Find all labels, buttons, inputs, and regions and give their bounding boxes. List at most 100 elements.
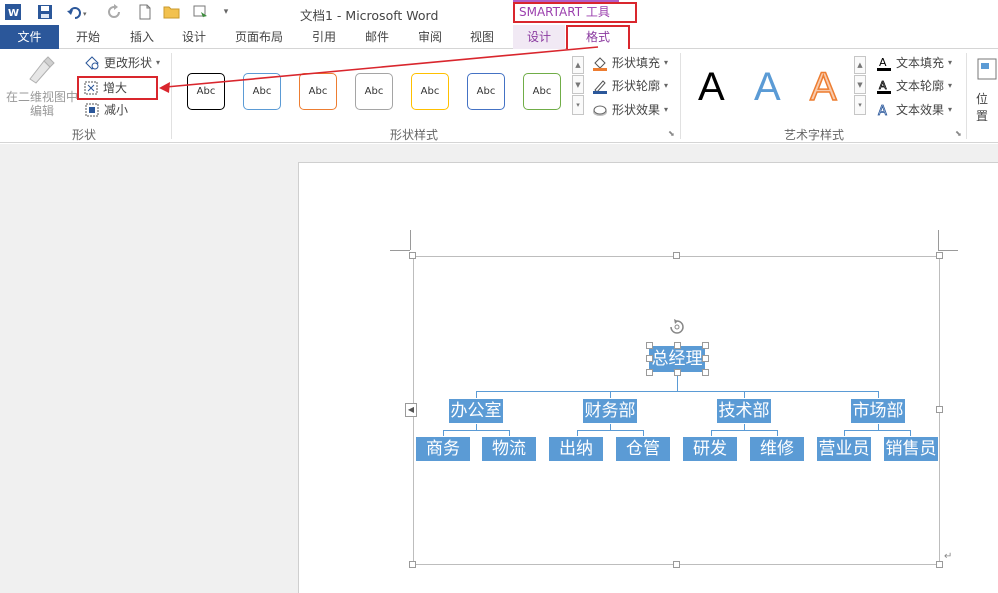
shape-fill-button[interactable]: 形状填充 ▾ bbox=[592, 53, 668, 73]
org-node-staff[interactable]: 仓管 bbox=[615, 436, 671, 462]
shape-style-option[interactable]: Abc bbox=[523, 73, 561, 110]
paragraph-mark-icon: ↵ bbox=[944, 551, 953, 562]
change-shape-icon bbox=[84, 55, 100, 71]
connector bbox=[844, 430, 911, 431]
resize-handle[interactable] bbox=[673, 252, 680, 259]
chevron-down-icon: ▾ bbox=[664, 58, 669, 67]
resize-handle[interactable] bbox=[936, 406, 943, 413]
enlarge-button[interactable]: 增大 bbox=[77, 76, 158, 100]
text-effects-button[interactable]: A 文本效果 ▾ bbox=[876, 100, 952, 120]
tab-view[interactable]: 视图 bbox=[460, 25, 504, 49]
tab-home[interactable]: 开始 bbox=[66, 25, 110, 49]
shape-style-option[interactable]: Abc bbox=[187, 73, 225, 110]
svg-text:A: A bbox=[879, 56, 887, 69]
ribbon-tabs: 文件 开始 插入 设计 页面布局 引用 邮件 审阅 视图 设计 格式 bbox=[0, 25, 998, 49]
org-node-staff[interactable]: 商务 bbox=[415, 436, 471, 462]
node-handle[interactable] bbox=[702, 342, 709, 349]
shape-styles-launcher-icon[interactable]: ⬊ bbox=[668, 130, 676, 138]
resize-handle[interactable] bbox=[409, 561, 416, 568]
gallery-scroll-down[interactable]: ▼ bbox=[572, 75, 584, 94]
shrink-icon bbox=[84, 102, 100, 118]
shape-styles-gallery[interactable]: Abc Abc Abc Abc Abc Abc Abc bbox=[178, 55, 586, 119]
org-node-staff[interactable]: 营业员 bbox=[816, 436, 872, 462]
wordart-launcher-icon[interactable]: ⬊ bbox=[955, 130, 963, 138]
enlarge-label: 增大 bbox=[103, 81, 128, 95]
tab-file[interactable]: 文件 bbox=[0, 25, 59, 49]
shape-style-option[interactable]: Abc bbox=[355, 73, 393, 110]
position-button[interactable]: 位置 bbox=[976, 90, 998, 124]
text-outline-button[interactable]: A 文本轮廓 ▾ bbox=[876, 76, 952, 96]
chevron-down-icon: ▾ bbox=[948, 81, 953, 90]
connector bbox=[577, 430, 644, 431]
gallery-scroll-up[interactable]: ▲ bbox=[572, 56, 584, 74]
tab-insert[interactable]: 插入 bbox=[120, 25, 164, 49]
org-node-staff[interactable]: 销售员 bbox=[883, 436, 939, 462]
new-document-icon[interactable] bbox=[136, 3, 154, 21]
word-logo-icon: W bbox=[4, 3, 22, 21]
svg-text:A: A bbox=[878, 104, 887, 118]
touch-mode-icon[interactable] bbox=[192, 3, 210, 21]
shape-outline-button[interactable]: 形状轮廓 ▾ bbox=[592, 76, 668, 96]
svg-text:A: A bbox=[879, 79, 887, 92]
node-handle[interactable] bbox=[646, 369, 653, 376]
node-handle[interactable] bbox=[674, 342, 681, 349]
resize-handle[interactable] bbox=[409, 252, 416, 259]
node-handle[interactable] bbox=[702, 369, 709, 376]
rotate-handle-icon[interactable] bbox=[668, 318, 686, 336]
gallery-more-button[interactable]: ▾ bbox=[572, 95, 584, 115]
org-node-staff[interactable]: 物流 bbox=[481, 436, 537, 462]
text-outline-label: 文本轮廓 bbox=[896, 79, 945, 93]
tab-smartart-design[interactable]: 设计 bbox=[513, 25, 565, 49]
shape-effects-button[interactable]: 形状效果 ▾ bbox=[592, 100, 668, 120]
tab-smartart-format[interactable]: 格式 bbox=[566, 25, 630, 49]
text-fill-button[interactable]: A 文本填充 ▾ bbox=[876, 53, 952, 73]
org-node-staff[interactable]: 维修 bbox=[749, 436, 805, 462]
chevron-down-icon: ▾ bbox=[948, 58, 953, 67]
undo-icon[interactable]: ▾ bbox=[66, 3, 92, 21]
change-shape-button[interactable]: 更改形状 ▾ bbox=[84, 53, 160, 73]
position-icon[interactable] bbox=[976, 57, 998, 81]
shape-style-option[interactable]: Abc bbox=[411, 73, 449, 110]
org-node-dept[interactable]: 财务部 bbox=[582, 398, 638, 424]
customize-toolbar-icon[interactable]: ▾ bbox=[220, 3, 232, 21]
org-node-staff[interactable]: 研发 bbox=[682, 436, 738, 462]
text-pane-toggle[interactable]: ◀ bbox=[405, 403, 417, 417]
edit-in-2d-button[interactable]: 在二维视图中 编辑 bbox=[6, 90, 78, 118]
tab-design[interactable]: 设计 bbox=[172, 25, 216, 49]
node-handle[interactable] bbox=[702, 355, 709, 362]
shrink-button[interactable]: 减小 bbox=[84, 100, 128, 120]
open-folder-icon[interactable] bbox=[163, 3, 181, 21]
node-handle[interactable] bbox=[646, 342, 653, 349]
node-handle[interactable] bbox=[674, 369, 681, 376]
resize-handle[interactable] bbox=[936, 252, 943, 259]
resize-handle[interactable] bbox=[936, 561, 943, 568]
chevron-down-icon: ▾ bbox=[156, 58, 161, 67]
connector bbox=[443, 430, 510, 431]
tab-page-layout[interactable]: 页面布局 bbox=[226, 25, 292, 49]
shape-fill-label: 形状填充 bbox=[612, 56, 661, 70]
tab-review[interactable]: 审阅 bbox=[408, 25, 452, 49]
wordart-scroll-up[interactable]: ▲ bbox=[854, 56, 866, 74]
edit-in-2d-icon[interactable] bbox=[26, 55, 56, 85]
wordart-scroll-down[interactable]: ▼ bbox=[854, 75, 866, 94]
text-fill-icon: A bbox=[876, 55, 892, 71]
shape-outline-label: 形状轮廓 bbox=[612, 79, 661, 93]
org-node-dept[interactable]: 技术部 bbox=[716, 398, 772, 424]
wordart-style-black[interactable]: A bbox=[698, 63, 725, 111]
text-effects-icon: A bbox=[876, 102, 892, 118]
save-icon[interactable] bbox=[36, 3, 54, 21]
redo-icon[interactable] bbox=[106, 3, 124, 21]
shape-style-option[interactable]: Abc bbox=[467, 73, 505, 110]
wordart-more-button[interactable]: ▾ bbox=[854, 95, 866, 115]
org-node-dept[interactable]: 市场部 bbox=[850, 398, 906, 424]
tab-mailings[interactable]: 邮件 bbox=[355, 25, 399, 49]
wordart-style-blue[interactable]: A bbox=[754, 63, 781, 111]
tab-references[interactable]: 引用 bbox=[302, 25, 346, 49]
wordart-style-orange[interactable]: A bbox=[809, 63, 837, 111]
org-node-staff[interactable]: 出纳 bbox=[548, 436, 604, 462]
shape-style-option[interactable]: Abc bbox=[299, 73, 337, 110]
resize-handle[interactable] bbox=[673, 561, 680, 568]
shape-style-option[interactable]: Abc bbox=[243, 73, 281, 110]
org-node-dept[interactable]: 办公室 bbox=[448, 398, 504, 424]
node-handle[interactable] bbox=[646, 355, 653, 362]
